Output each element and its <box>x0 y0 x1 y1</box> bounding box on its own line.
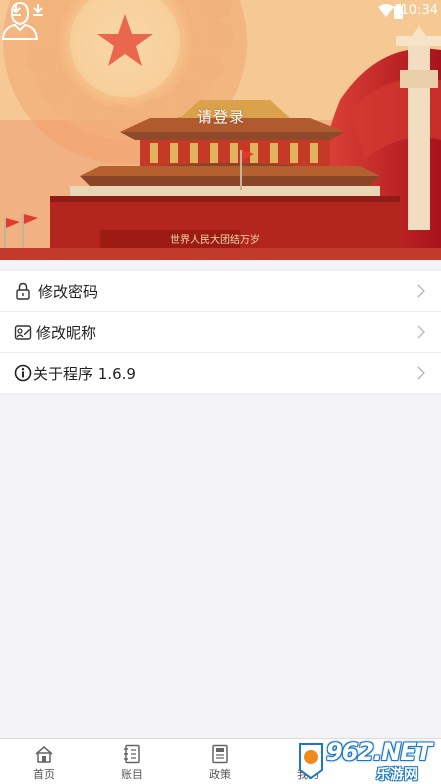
user-avatar-icon <box>1 1 39 40</box>
chevron-right-icon <box>417 284 425 298</box>
watermark-logo-icon <box>299 743 323 780</box>
policy-icon <box>212 744 228 764</box>
tab-label: 政策 <box>209 768 231 781</box>
gate-banner-text: 世界人民大团结万岁 <box>170 233 260 246</box>
chevron-right-icon <box>417 366 425 380</box>
watermark-main-text: 962.NET <box>326 738 432 766</box>
header-artwork: 世界人民大团结万岁 <box>0 0 441 260</box>
watermark-sub-text: 乐游网 <box>376 767 418 783</box>
menu-item-label: 关于程序 1.6.9 <box>33 365 136 383</box>
status-time: 10:34 <box>400 3 438 18</box>
login-prompt[interactable]: 请登录 <box>170 106 272 127</box>
chevron-right-icon <box>417 325 425 339</box>
info-icon <box>14 364 32 382</box>
avatar[interactable] <box>0 0 40 40</box>
wifi-icon <box>378 4 394 17</box>
tab-home[interactable]: 首页 <box>0 739 88 784</box>
lock-icon <box>16 282 30 300</box>
ledger-icon <box>124 744 140 764</box>
edit-icon <box>14 325 32 340</box>
menu-item-change-password[interactable]: 修改密码 <box>0 271 441 312</box>
settings-menu: 修改密码 修改昵称 关于程序 1.6.9 <box>0 270 441 394</box>
menu-item-change-nickname[interactable]: 修改昵称 <box>0 312 441 353</box>
menu-item-label: 修改密码 <box>38 283 99 301</box>
app-screen: 世界人民大团结万岁 10:34 请登录 修改密码 修改昵称 关于程序 1.6.9… <box>0 0 441 784</box>
status-bar: 10:34 <box>0 0 441 24</box>
tab-label: 账目 <box>121 768 143 781</box>
tab-label: 首页 <box>33 768 55 781</box>
menu-item-about[interactable]: 关于程序 1.6.9 <box>0 353 441 393</box>
tab-policy[interactable]: 政策 <box>176 739 264 784</box>
site-watermark: 962.NET 乐游网 <box>296 738 441 784</box>
menu-item-label: 修改昵称 <box>36 324 97 342</box>
tab-ledger[interactable]: 账目 <box>88 739 176 784</box>
profile-header: 世界人民大团结万岁 10:34 请登录 <box>0 0 441 260</box>
home-icon <box>35 746 53 763</box>
